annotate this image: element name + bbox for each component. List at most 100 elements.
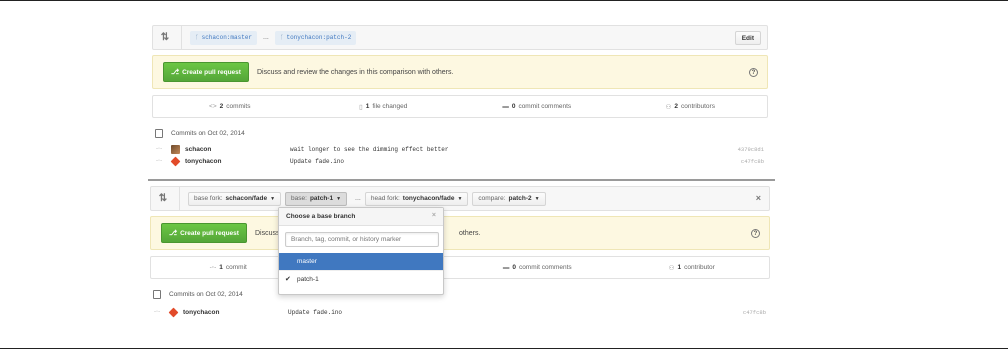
comment-icon: ▬ — [502, 103, 509, 110]
commit-icon: -◦- — [209, 264, 217, 271]
files-count: 1 — [365, 103, 370, 110]
base-branch-select[interactable]: base: patch-1 ▼ — [285, 191, 348, 206]
caret-down-icon: ▼ — [336, 195, 342, 202]
file-icon: ▯ — [359, 103, 363, 111]
edit-button[interactable]: Edit — [734, 31, 761, 45]
frame-rule-bottom — [0, 348, 1008, 349]
range-separator: ... — [263, 34, 269, 41]
range-editor-expanded: ⇅ base fork: schacon/fade ▼ base: patch-… — [150, 186, 770, 211]
dropdown-item-patch-1[interactable]: ✔ patch-1 — [279, 270, 443, 287]
commit-message[interactable]: Update fade.ino — [290, 158, 741, 165]
calendar-icon — [153, 289, 161, 299]
create-pr-banner: ⎇ Create pull request Discuss others. ? — [150, 216, 770, 250]
base-branch-label: schacon:master — [201, 34, 253, 41]
stats-bar: <> 2 commits ▯ 1 file changed ▬ 0 commit… — [152, 95, 768, 118]
compare-view-top: ⇅ ᚴ schacon:master ... ᚴ tonychacon:patc… — [152, 25, 768, 167]
dropdown-item-label: master — [297, 258, 317, 265]
compare-branch-select[interactable]: compare: patch-2 ▼ — [472, 191, 546, 206]
commit-list: -◦- tonychacon Update fade.ino c47fc8b — [150, 306, 770, 318]
branch-filter-input[interactable] — [285, 232, 439, 247]
commit-message[interactable]: Update fade.ino — [288, 309, 743, 316]
compare-icon: ⇅ — [160, 31, 170, 43]
commits-label: commit — [225, 264, 247, 271]
commits-heading-text: Commits on Oct 02, 2014 — [169, 290, 243, 298]
base-branch-dropdown: Choose a base branch × master ✔ patch-1 — [278, 207, 444, 295]
commits-heading: Commits on Oct 02, 2014 — [150, 288, 770, 300]
stat-contributors[interactable]: ⚇ 2 contributors — [614, 103, 768, 111]
pull-request-icon: ⎇ — [171, 69, 180, 76]
stat-commits[interactable]: <> 2 commits — [153, 103, 307, 110]
commit-sha[interactable]: c47fc8b — [743, 309, 766, 316]
stat-files[interactable]: ▯ 1 file changed — [307, 103, 461, 111]
avatar[interactable] — [168, 307, 179, 317]
commit-icon: -◦- — [156, 158, 163, 164]
create-pull-request-label: Create pull request — [182, 68, 241, 76]
range-editor: ⇅ ᚴ schacon:master ... ᚴ tonychacon:patc… — [152, 25, 768, 50]
commit-sha[interactable]: 4379c8d1 — [738, 146, 764, 153]
caret-down-icon: ▼ — [534, 195, 540, 202]
commit-icon: -◦- — [156, 146, 163, 152]
head-branch-pill[interactable]: ᚴ tonychacon:patch-2 — [274, 30, 357, 45]
screenshot-divider — [148, 179, 775, 181]
caret-down-icon: ▼ — [270, 195, 276, 202]
stat-comments[interactable]: ▬ 0 commit comments — [460, 264, 615, 271]
contributors-icon: ⚇ — [668, 264, 675, 272]
compare-icon: ⇅ — [158, 192, 168, 204]
compare-value: patch-2 — [508, 195, 532, 202]
commits-heading-text: Commits on Oct 02, 2014 — [171, 129, 245, 137]
base-fork-label: base fork: — [194, 195, 223, 202]
head-fork-select[interactable]: head fork: tonychacon/fade ▼ — [364, 191, 469, 206]
banner-text-start: Discuss — [254, 229, 280, 237]
pull-request-icon: ⎇ — [169, 230, 178, 237]
dropdown-header: Choose a base branch × — [279, 208, 443, 226]
create-pull-request-button[interactable]: ⎇ Create pull request — [161, 223, 247, 243]
comments-count: 0 — [512, 264, 516, 271]
compare-label: compare: — [478, 195, 506, 202]
commits-count: 1 — [219, 264, 223, 271]
stat-contributors[interactable]: ⚇ 1 contributor — [615, 264, 770, 272]
close-icon[interactable]: × — [756, 193, 761, 203]
head-fork-value: tonychacon/fade — [402, 195, 455, 202]
range-divider — [179, 186, 180, 211]
avatar[interactable] — [171, 144, 180, 154]
commits-count: 2 — [219, 103, 224, 110]
calendar-icon — [155, 128, 163, 138]
create-pull-request-button[interactable]: ⎇ Create pull request — [163, 62, 249, 82]
contributors-label: contributor — [684, 264, 715, 271]
head-fork-label: head fork: — [370, 195, 400, 202]
dropdown-item-master[interactable]: master — [279, 253, 443, 270]
comment-icon: ▬ — [502, 264, 510, 271]
range-separator: ... — [355, 195, 361, 202]
commit-icon: -◦- — [154, 309, 161, 315]
base-fork-select[interactable]: base fork: schacon/fade ▼ — [188, 191, 282, 206]
commits-heading: Commits on Oct 02, 2014 — [152, 127, 768, 139]
files-label: file changed — [372, 103, 408, 110]
help-icon[interactable]: ? — [751, 229, 760, 238]
base-value: patch-1 — [309, 195, 334, 202]
commit-author[interactable]: tonychacon — [185, 158, 290, 165]
close-icon[interactable]: × — [432, 212, 436, 219]
commit-icon: <> — [209, 103, 217, 110]
stats-bar: -◦- 1 commit ▬ 0 commit comments ⚇ 1 con… — [150, 256, 770, 279]
commit-sha[interactable]: c47fc8b — [741, 158, 764, 165]
branch-icon: ᚴ — [279, 34, 284, 41]
create-pull-request-label: Create pull request — [180, 229, 239, 237]
avatar[interactable] — [170, 156, 181, 166]
commit-message[interactable]: wait longer to see the dimming effect be… — [290, 146, 738, 153]
frame-rule-top — [0, 0, 1008, 1]
commits-label: commits — [226, 103, 251, 110]
help-icon[interactable]: ? — [749, 68, 758, 77]
caret-down-icon: ▼ — [457, 195, 463, 202]
base-branch-pill[interactable]: ᚴ schacon:master — [190, 30, 258, 45]
stat-comments[interactable]: ▬ 0 commit comments — [460, 103, 614, 110]
comments-label: commit comments — [518, 103, 572, 110]
head-branch-label: tonychacon:patch-2 — [286, 34, 352, 41]
compare-view-bottom: ⇅ base fork: schacon/fade ▼ base: patch-… — [150, 186, 770, 318]
commit-row: -◦- tonychacon Update fade.ino c47fc8b — [152, 155, 768, 167]
contributors-label: contributors — [680, 103, 715, 110]
comments-label: commit comments — [518, 264, 572, 271]
check-icon: ✔ — [285, 276, 291, 283]
commit-author[interactable]: tonychacon — [183, 309, 288, 316]
contributors-count: 1 — [677, 264, 682, 271]
commit-author[interactable]: schacon — [185, 146, 290, 153]
